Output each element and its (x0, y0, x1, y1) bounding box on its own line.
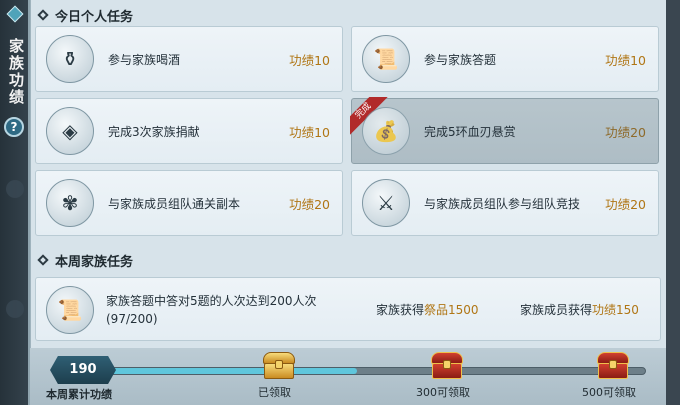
task-card[interactable]: ⚔ 与家族成员组队参与组队竞技 功绩20 (351, 170, 659, 236)
task-label: 与家族成员组队参与组队竞技 (424, 196, 581, 211)
chest-lock (609, 360, 617, 369)
task-card[interactable]: 📜 参与家族答题 功绩10 (351, 26, 659, 92)
reward-value: 祭品1500 (424, 303, 479, 317)
chest-label: 300可领取 (416, 386, 470, 399)
merit-score-badge: 190 (50, 356, 116, 384)
emblem-icon: ✾ (46, 179, 94, 227)
weekly-task-description: 家族答题中答对5题的人次达到200人次 (97/200) (106, 292, 376, 328)
family-merit-sidebar: 家族功绩 ? (0, 0, 30, 405)
weekly-task-card[interactable]: 📜 家族答题中答对5题的人次达到200人次 (97/200) 家族获得祭品150… (35, 277, 661, 341)
task-label: 参与家族答题 (424, 52, 497, 67)
side-deco-icon (6, 300, 24, 318)
progress-track (90, 367, 646, 375)
weekly-reward-family: 家族获得祭品1500 (376, 301, 479, 318)
side-deco-icon (6, 180, 24, 198)
reward-prefix: 家族获得 (376, 303, 425, 317)
task-card[interactable]: ✾ 与家族成员组队通关副本 功绩20 (35, 170, 343, 236)
gem-pouch-icon: ◈ (46, 107, 94, 155)
task-merit: 功绩20 (605, 124, 646, 140)
task-card[interactable]: ◈ 完成3次家族捐献 功绩10 (35, 98, 343, 164)
weekly-task-text: 家族答题中答对5题的人次达到200人次 (106, 294, 317, 308)
weekly-section-header: 本周家族任务 (35, 250, 661, 270)
treasure-chest-300[interactable] (430, 350, 464, 380)
main-panel: 今日个人任务 ⚱ 参与家族喝酒 功绩10 📜 参与家族答题 功绩10 ◈ 完成3… (30, 0, 666, 405)
chest-lock (275, 360, 283, 369)
task-label: 参与家族喝酒 (108, 52, 181, 67)
weekly-reward-member: 家族成员获得功绩150 (520, 301, 639, 318)
task-card-completed[interactable]: 完成 💰 完成5环血刃悬赏 功绩20 (350, 97, 659, 164)
daily-section-header: 今日个人任务 (35, 5, 661, 25)
weekly-merit-progress: 190 本周累计功绩 已领取 300可领取 500可领取 (30, 348, 666, 405)
weekly-task-progress: (97/200) (106, 312, 158, 326)
task-card[interactable]: ⚱ 参与家族喝酒 功绩10 (35, 26, 343, 92)
sword-icon: ⚔ (362, 179, 410, 227)
help-button[interactable]: ? (4, 117, 24, 137)
chest-lock (443, 360, 451, 369)
task-merit: 功绩20 (289, 196, 330, 212)
diamond-icon (6, 5, 24, 23)
treasure-chest-500[interactable] (596, 350, 630, 380)
chest-label: 500可领取 (582, 386, 636, 399)
wine-jug-icon: ⚱ (46, 35, 94, 83)
task-merit: 功绩20 (605, 196, 646, 212)
treasure-chest-claimed[interactable] (262, 350, 296, 380)
task-label: 完成3次家族捐献 (108, 124, 200, 139)
reward-value: 功绩150 (592, 303, 639, 317)
reward-prefix: 家族成员获得 (520, 303, 593, 317)
progress-fill (91, 368, 357, 374)
task-label: 完成5环血刃悬赏 (424, 124, 516, 139)
merit-score-label: 本周累计功绩 (46, 388, 112, 401)
sidebar-title: 家族功绩 (7, 38, 25, 106)
task-merit: 功绩10 (605, 52, 646, 68)
scrollbar[interactable] (666, 0, 680, 405)
diamond-bullet-icon (37, 254, 49, 266)
task-label: 与家族成员组队通关副本 (108, 196, 241, 211)
daily-heading: 今日个人任务 (55, 9, 134, 25)
money-bag-icon: 💰 (362, 107, 410, 155)
diamond-bullet-icon (37, 9, 49, 21)
weekly-heading: 本周家族任务 (55, 254, 134, 270)
scroll-icon: 📜 (362, 35, 410, 83)
task-merit: 功绩10 (289, 52, 330, 68)
scroll-icon: 📜 (46, 286, 94, 334)
chest-label: 已领取 (258, 386, 291, 399)
task-merit: 功绩10 (289, 124, 330, 140)
